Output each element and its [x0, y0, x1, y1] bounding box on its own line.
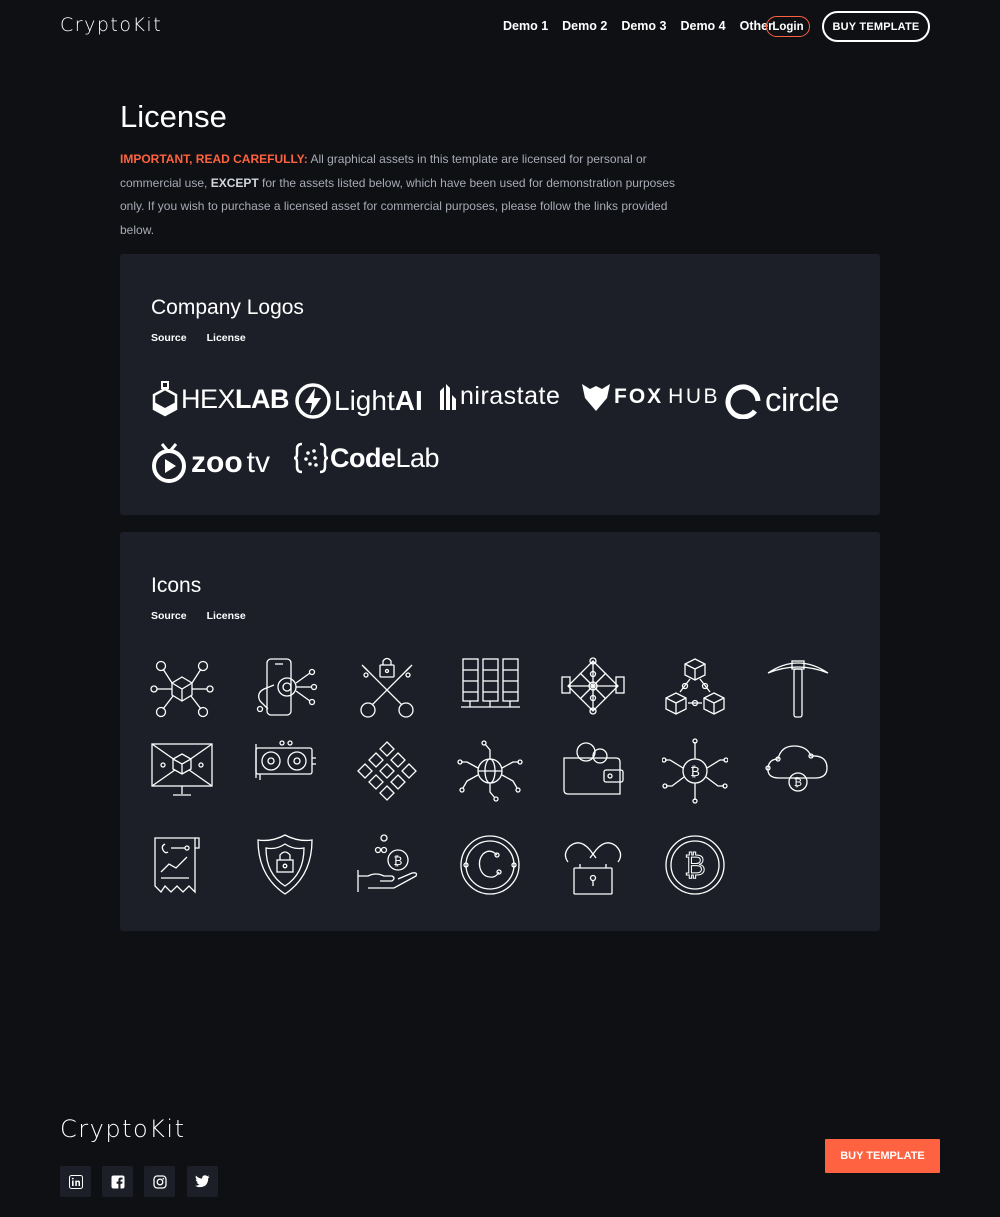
monitor-blocks-icon: [149, 738, 215, 804]
zootv-logo: zoo tv: [150, 442, 270, 484]
nav-demo-1[interactable]: Demo 1: [503, 19, 548, 33]
lightai-text-ai: AI: [394, 385, 423, 416]
bitcoin-cloud-icon: ₿: [765, 738, 831, 804]
globe-circuit-icon: [457, 738, 523, 804]
brand-logo[interactable]: CryptoKit: [60, 14, 162, 36]
security-shield-icon: [252, 832, 318, 898]
blockchain-network-icon: [149, 655, 215, 721]
graphics-card-icon: [252, 738, 318, 804]
zootv-tv-icon: [152, 443, 186, 483]
circle-logo: circle: [725, 381, 840, 419]
crossed-keys-icon: [354, 655, 420, 721]
hexlab-hex-icon: [152, 381, 178, 417]
twitter-link[interactable]: [187, 1166, 218, 1197]
codelab-text-lab: Lab: [395, 442, 440, 473]
codelab-braces-icon: [293, 442, 329, 474]
hexlab-text-lab: LAB: [235, 383, 290, 414]
facebook-icon: [111, 1175, 124, 1189]
main-nav: Demo 1 Demo 2 Demo 3 Demo 4 Other: [503, 19, 787, 33]
site-header: CryptoKit Demo 1 Demo 2 Demo 3 Demo 4 Ot…: [0, 0, 1000, 54]
lightai-logo: Light AI: [294, 382, 423, 420]
license-intro: IMPORTANT, READ CAREFULLY: All graphical…: [120, 148, 685, 242]
icons-panel: Icons Source License ₿ ₿ ₿ ₿: [120, 532, 880, 931]
nav-demo-4[interactable]: Demo 4: [680, 19, 725, 33]
bitcoin-coin-icon: ₿: [662, 832, 728, 898]
logos-panel-links: Source License: [151, 332, 246, 344]
circle-text: circle: [765, 381, 840, 418]
crypto-wallet-icon: [560, 738, 626, 804]
page-title: License: [120, 99, 227, 134]
login-button[interactable]: Login: [766, 16, 810, 37]
mobile-network-icon: [252, 655, 318, 721]
important-label: IMPORTANT, READ CAREFULLY:: [120, 152, 308, 166]
icons-panel-links: Source License: [151, 610, 246, 622]
twitter-icon: [195, 1175, 210, 1188]
hexlab-text-hex: HEX: [181, 383, 236, 414]
linkedin-link[interactable]: [60, 1166, 91, 1197]
zootv-text-zoo: zoo: [191, 446, 243, 479]
except-label: EXCEPT: [210, 175, 259, 190]
server-racks-icon: [457, 655, 523, 721]
foxhub-text-fox: FOX: [614, 385, 664, 408]
icons-source-link[interactable]: Source: [151, 610, 187, 622]
logos-source-link[interactable]: Source: [151, 332, 187, 344]
circle-ring-icon: [725, 384, 761, 419]
svg-text:₿: ₿: [394, 854, 403, 868]
padlock-chain-icon: [560, 832, 626, 898]
icons-license-link[interactable]: License: [207, 610, 246, 622]
logos-panel-title: Company Logos: [151, 296, 304, 319]
linked-blocks-icon: [662, 655, 728, 721]
diamond-grid-icon: [354, 738, 420, 804]
node-network-icon: [560, 655, 626, 721]
pickaxe-icon: [765, 655, 831, 721]
instagram-icon: [152, 1174, 167, 1189]
nav-demo-3[interactable]: Demo 3: [621, 19, 666, 33]
foxhub-text-hub: HUB: [668, 385, 721, 408]
svg-text:₿: ₿: [794, 776, 802, 789]
instagram-link[interactable]: [144, 1166, 175, 1197]
foxhub-logo: FOX HUB: [581, 382, 720, 412]
svg-text:₿: ₿: [684, 848, 705, 882]
coin-circuit-icon: [457, 832, 523, 898]
svg-text:₿: ₿: [690, 765, 700, 780]
foxhub-fox-icon: [582, 384, 610, 411]
nirastate-logo: nirastate: [438, 382, 560, 411]
nirastate-building-icon: [440, 383, 456, 410]
receipt-chart-icon: [149, 832, 215, 898]
zootv-text-tv: tv: [246, 446, 270, 479]
footer-brand-logo[interactable]: CryptoKit: [60, 1115, 185, 1143]
bitcoin-circuit-icon: ₿: [662, 738, 728, 804]
facebook-link[interactable]: [102, 1166, 133, 1197]
lightai-text-light: Light: [334, 385, 395, 416]
logos-license-link[interactable]: License: [207, 332, 246, 344]
hexlab-logo: HEX LAB: [151, 381, 290, 417]
codelab-text-code: Code: [330, 442, 396, 473]
lightai-bolt-icon: [295, 383, 331, 419]
icons-panel-title: Icons: [151, 574, 202, 597]
nav-demo-2[interactable]: Demo 2: [562, 19, 607, 33]
bitcoin-hand-icon: ₿: [354, 832, 420, 898]
footer-buy-template-button[interactable]: BUY TEMPLATE: [825, 1139, 940, 1173]
nirastate-text: nirastate: [460, 382, 561, 410]
codelab-logo: Code Lab: [293, 442, 440, 474]
company-logos-panel: Company Logos Source License HEX LAB Ligh…: [120, 254, 880, 515]
buy-template-button[interactable]: BUY TEMPLATE: [822, 11, 930, 42]
linkedin-icon: [68, 1174, 83, 1189]
